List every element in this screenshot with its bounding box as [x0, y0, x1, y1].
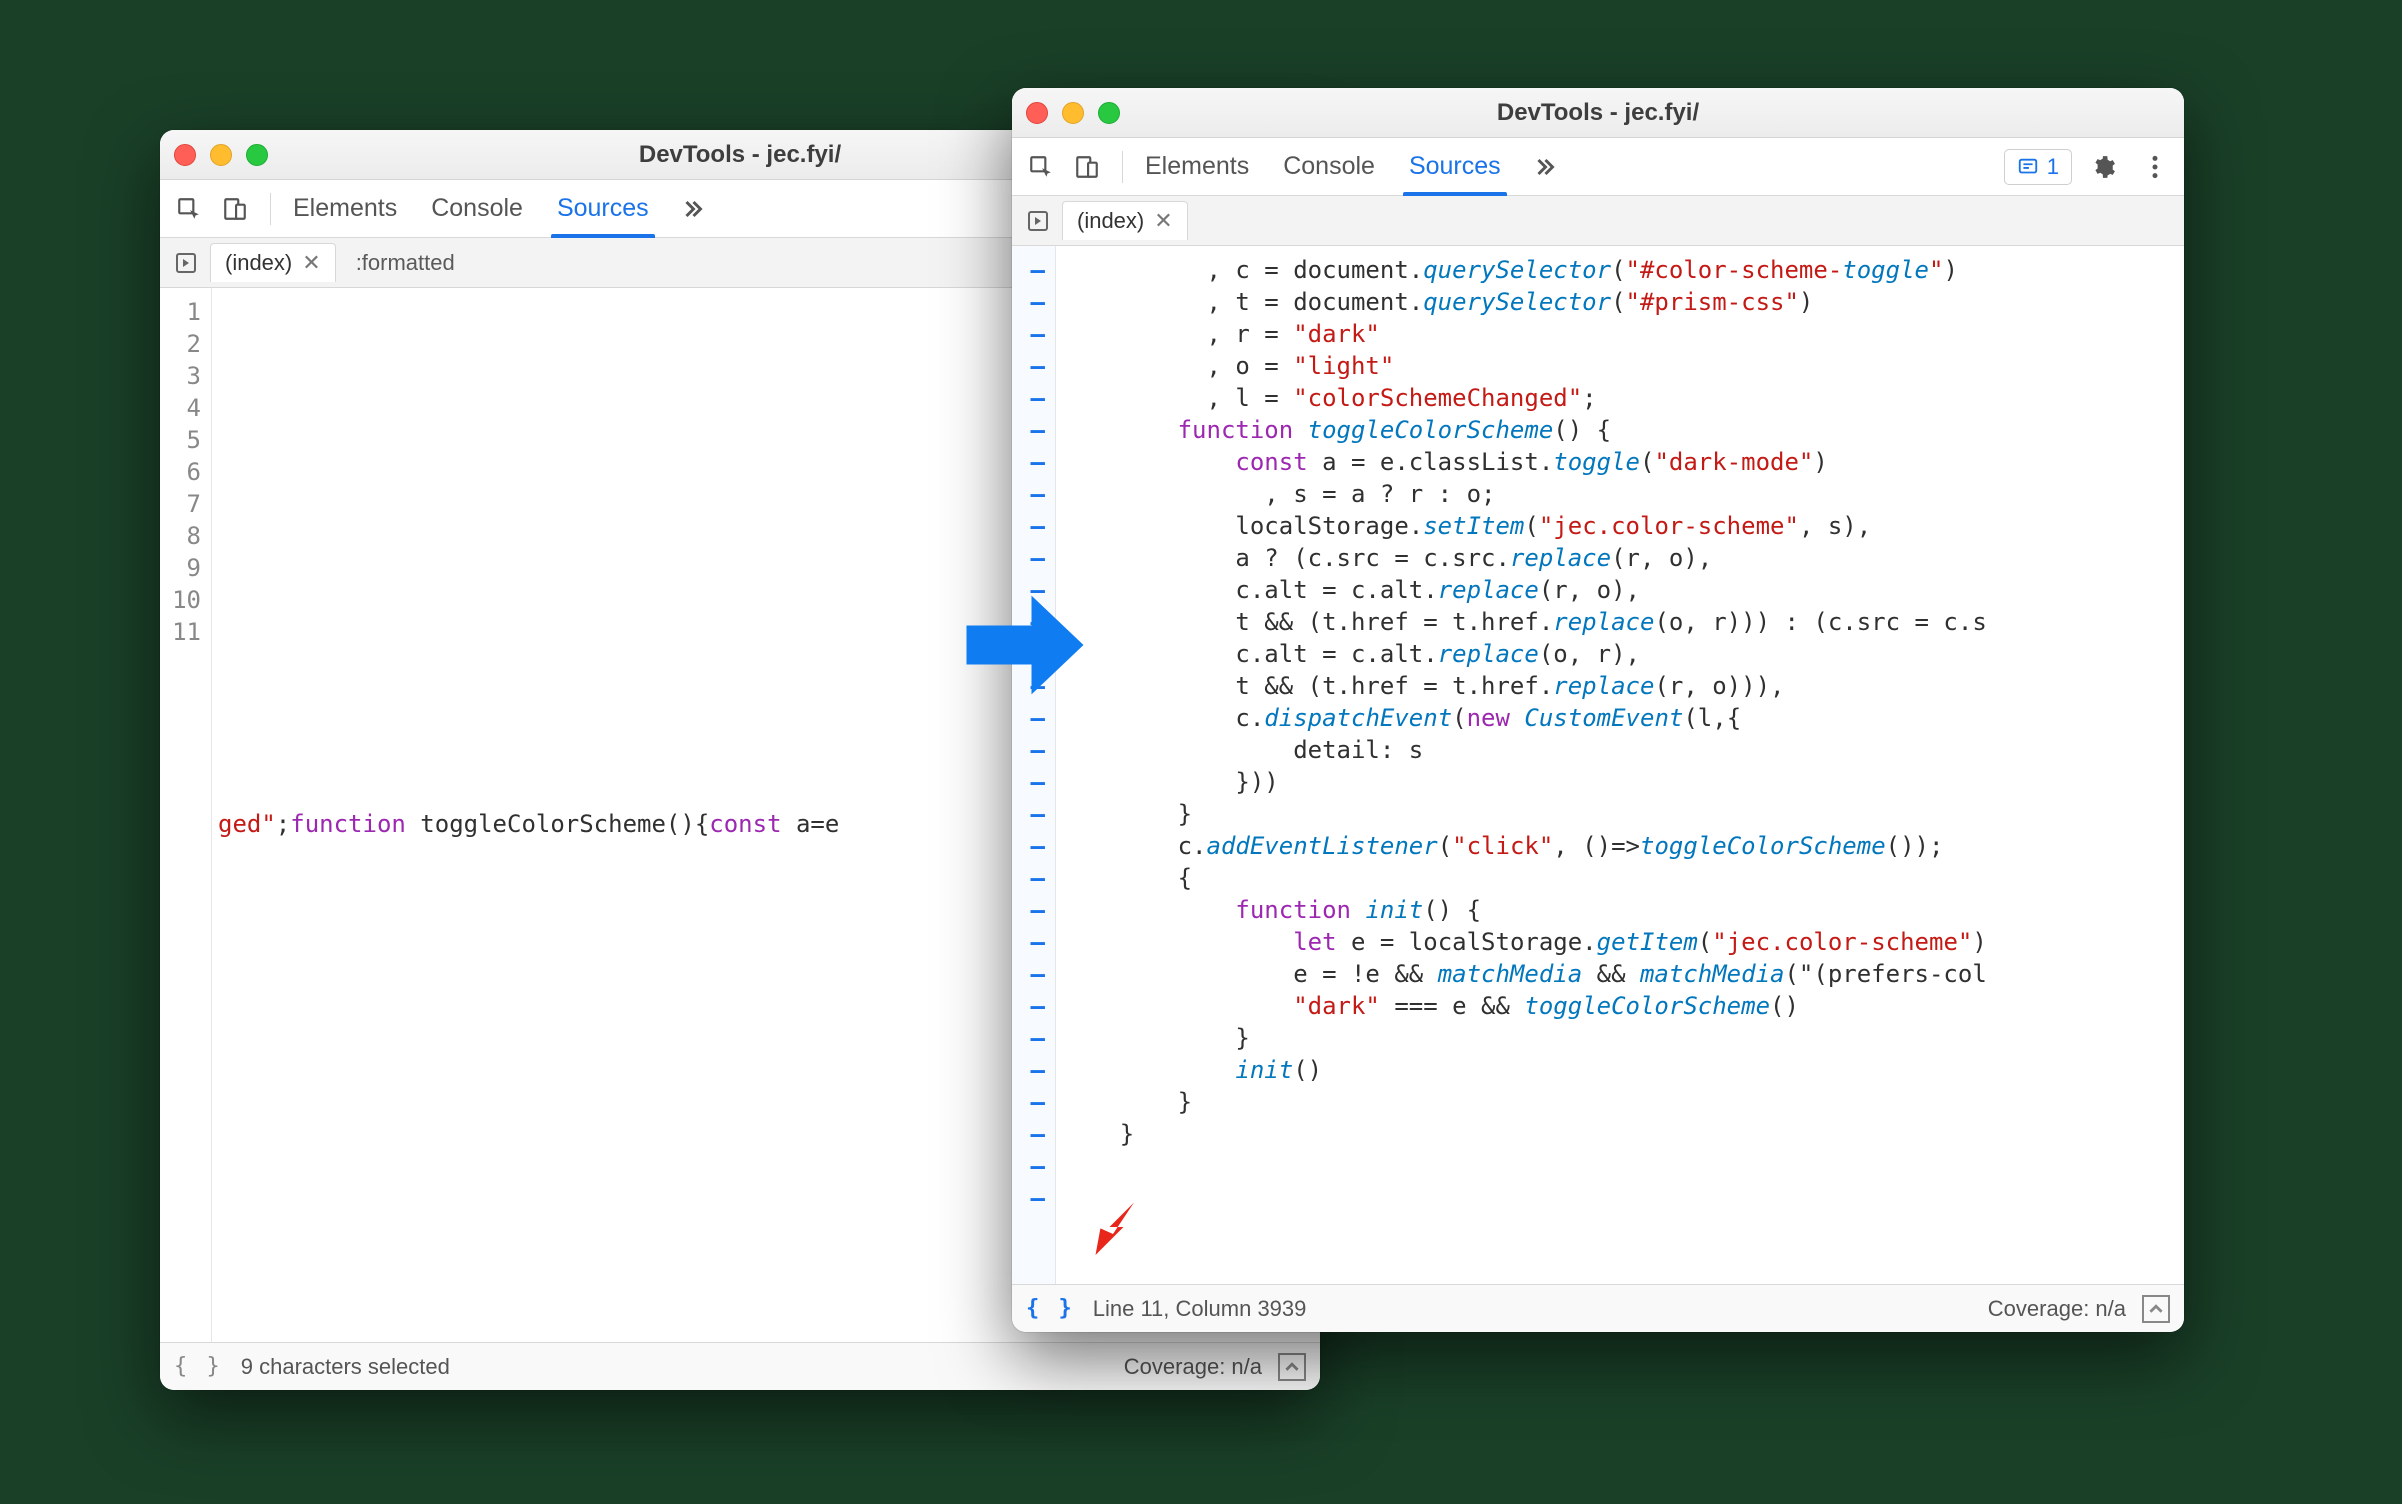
status-bar: { } Line 11, Column 3939 Coverage: n/a	[1012, 1284, 2184, 1332]
code-line: , l = "colorSchemeChanged";	[1062, 382, 2184, 414]
code-line: , t = document.querySelector("#prism-css…	[1062, 286, 2184, 318]
issues-button[interactable]: 1	[2004, 149, 2072, 185]
window-title: DevTools - jec.fyi/	[1012, 99, 2184, 127]
code-line: }))	[1062, 766, 2184, 798]
line-number-gutter: –––––––––– –––––––––– ––––––––––	[1012, 246, 1056, 1284]
show-coverage-icon[interactable]	[2142, 1295, 2170, 1323]
file-tab-label: (index)	[1077, 208, 1144, 234]
issues-count: 1	[2047, 154, 2059, 180]
code-line: }	[1062, 1086, 2184, 1118]
code-line: const a = e.classList.toggle("dark-mode"…	[1062, 446, 2184, 478]
tab-console[interactable]: Console	[1283, 138, 1375, 195]
device-toolbar-icon[interactable]	[1066, 146, 1108, 188]
code-line: }	[1062, 798, 2184, 830]
panel-tabs-toolbar: Elements Console Sources 1	[1012, 138, 2184, 196]
navigator-pane-icon[interactable]	[168, 245, 204, 281]
code-line: c.alt = c.alt.replace(o, r),	[1062, 638, 2184, 670]
pretty-print-icon[interactable]: { }	[1026, 1296, 1075, 1321]
zoom-window-button[interactable]	[246, 144, 268, 166]
code-line: localStorage.setItem("jec.color-scheme",…	[1062, 510, 2184, 542]
file-tab-index[interactable]: (index) ✕	[210, 243, 336, 282]
coverage-label: Coverage: n/a	[1988, 1296, 2126, 1322]
file-tab-formatted[interactable]: :formatted	[342, 244, 469, 282]
code-area[interactable]: , c = document.querySelector("#color-sch…	[1056, 246, 2184, 1284]
code-line: c.dispatchEvent(new CustomEvent(l,{	[1062, 702, 2184, 734]
device-toolbar-icon[interactable]	[214, 188, 256, 230]
code-line: "dark" === e && toggleColorScheme()	[1062, 990, 2184, 1022]
close-tab-icon[interactable]: ✕	[302, 250, 320, 276]
show-coverage-icon[interactable]	[1278, 1353, 1306, 1381]
code-line: e = !e && matchMedia && matchMedia("(pre…	[1062, 958, 2184, 990]
status-bar: { } 9 characters selected Coverage: n/a	[160, 1342, 1320, 1390]
titlebar: DevTools - jec.fyi/	[1012, 88, 2184, 138]
inspect-element-icon[interactable]	[168, 188, 210, 230]
source-editor[interactable]: –––––––––– –––––––––– –––––––––– , c = d…	[1012, 246, 2184, 1284]
close-tab-icon[interactable]: ✕	[1154, 208, 1172, 234]
tab-sources[interactable]: Sources	[557, 180, 649, 237]
status-selection: 9 characters selected	[241, 1354, 450, 1380]
panel-tabs: Elements Console Sources	[293, 180, 711, 237]
code-line: let e = localStorage.getItem("jec.color-…	[1062, 926, 2184, 958]
code-line: c.alt = c.alt.replace(r, o),	[1062, 574, 2184, 606]
code-line: , r = "dark"	[1062, 318, 2184, 350]
file-tab-index[interactable]: (index) ✕	[1062, 201, 1188, 240]
code-line: t && (t.href = t.href.replace(o, r))) : …	[1062, 606, 2184, 638]
more-tabs-chevron-icon[interactable]	[1535, 138, 1563, 195]
minimize-window-button[interactable]	[1062, 102, 1084, 124]
code-line: function toggleColorScheme() {	[1062, 414, 2184, 446]
toolbar-separator	[1122, 151, 1123, 183]
devtools-window-right: DevTools - jec.fyi/ Elements Console Sou…	[1012, 88, 2184, 1332]
pretty-print-icon[interactable]: { }	[174, 1354, 223, 1379]
close-window-button[interactable]	[174, 144, 196, 166]
code-line: {	[1062, 862, 2184, 894]
more-menu-icon[interactable]	[2134, 146, 2176, 188]
zoom-window-button[interactable]	[1098, 102, 1120, 124]
inspect-element-icon[interactable]	[1020, 146, 1062, 188]
tab-console[interactable]: Console	[431, 180, 523, 237]
file-tab-label: (index)	[225, 250, 292, 276]
navigator-pane-icon[interactable]	[1020, 203, 1056, 239]
code-line: init()	[1062, 1054, 2184, 1086]
code-line: , c = document.querySelector("#color-sch…	[1062, 254, 2184, 286]
code-line: c.addEventListener("click", ()=>toggleCo…	[1062, 830, 2184, 862]
traffic-lights	[1026, 102, 1120, 124]
code-line: t && (t.href = t.href.replace(r, o))),	[1062, 670, 2184, 702]
code-line: }	[1062, 1118, 2184, 1150]
toolbar-separator	[270, 193, 271, 225]
status-cursor-position: Line 11, Column 3939	[1093, 1296, 1307, 1322]
code-line: a ? (c.src = c.src.replace(r, o),	[1062, 542, 2184, 574]
sources-file-tabs: (index) ✕	[1012, 196, 2184, 246]
line-number-gutter: 123 456 789 1011	[160, 288, 212, 1342]
panel-tabs: Elements Console Sources	[1145, 138, 1563, 195]
code-line: }	[1062, 1022, 2184, 1054]
settings-gear-icon[interactable]	[2082, 146, 2124, 188]
code-line: , o = "light"	[1062, 350, 2184, 382]
coverage-label: Coverage: n/a	[1124, 1354, 1262, 1380]
traffic-lights	[174, 144, 268, 166]
code-line: , s = a ? r : o;	[1062, 478, 2184, 510]
close-window-button[interactable]	[1026, 102, 1048, 124]
more-tabs-chevron-icon[interactable]	[683, 180, 711, 237]
tab-sources[interactable]: Sources	[1409, 138, 1501, 195]
tab-elements[interactable]: Elements	[1145, 138, 1249, 195]
tab-elements[interactable]: Elements	[293, 180, 397, 237]
code-line: function init() {	[1062, 894, 2184, 926]
minimize-window-button[interactable]	[210, 144, 232, 166]
code-line: detail: s	[1062, 734, 2184, 766]
